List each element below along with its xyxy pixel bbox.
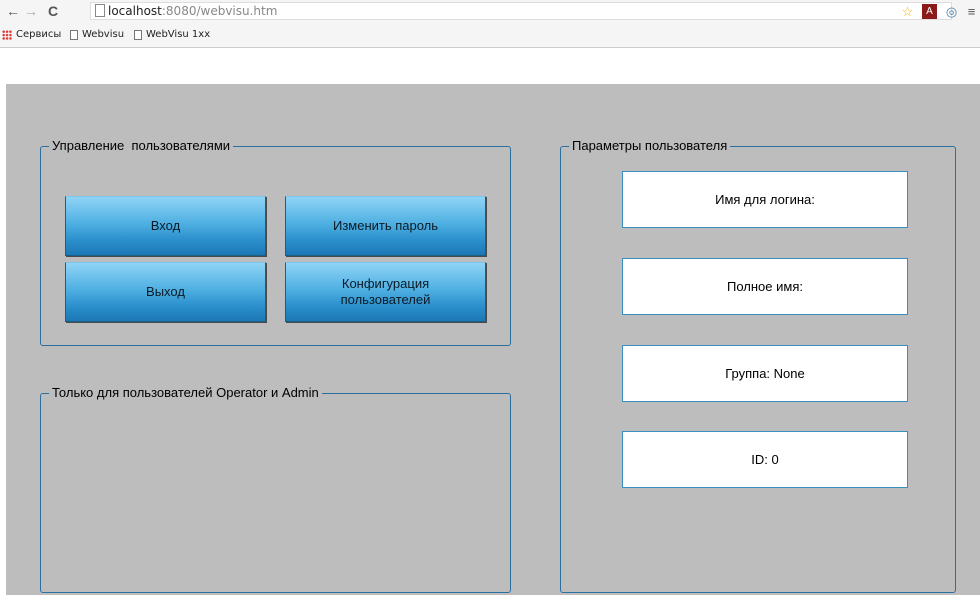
bookmark-label: Webvisu	[82, 29, 125, 40]
restricted-title: Только для пользователей Operator и Admi…	[49, 385, 322, 400]
change-password-button[interactable]: Изменить пароль	[285, 196, 486, 256]
user-config-button[interactable]: Конфигурация пользователей	[285, 262, 486, 322]
bookmark-label: Сервисы	[16, 29, 62, 40]
user-config-label-line2: пользователей	[340, 292, 431, 307]
webvisu-canvas: Управление пользователями Вход Изменить …	[6, 84, 980, 595]
restricted-group: Только для пользователей Operator и Admi…	[40, 385, 511, 593]
page-icon	[134, 29, 142, 40]
reload-icon[interactable]: C	[46, 3, 60, 19]
user-management-title: Управление пользователями	[49, 138, 234, 153]
menu-icon[interactable]: ≡	[964, 4, 979, 19]
bookmark-star-icon[interactable]: ☆	[900, 4, 915, 19]
url-path: :8080/webvisu.htm	[161, 4, 278, 18]
bookmarks-bar: Сервисы Webvisu WebVisu 1xx	[0, 22, 980, 48]
user-config-label-line1: Конфигурация	[341, 276, 430, 291]
page-icon	[95, 4, 105, 17]
browser-toolbar: ← → C localhost:8080/webvisu.htm ☆ A ◎ ≡	[0, 0, 980, 22]
bookmark-label: WebVisu 1xx	[146, 29, 211, 40]
user-params-title: Параметры пользователя	[569, 138, 731, 153]
pdf-extension-icon[interactable]: A	[922, 4, 937, 19]
extension-icon[interactable]: ◎	[944, 4, 959, 19]
bookmark-apps[interactable]: Сервисы	[2, 29, 61, 40]
login-name-text: Имя для логина:	[715, 192, 815, 207]
apps-icon	[2, 29, 12, 40]
bookmark-webvisu-1xx[interactable]: WebVisu 1xx	[134, 29, 210, 40]
user-management-group: Управление пользователями Вход Изменить …	[40, 138, 511, 346]
url-host: localhost	[108, 4, 162, 18]
change-password-label: Изменить пароль	[332, 218, 439, 233]
logout-button[interactable]: Выход	[65, 262, 266, 322]
back-icon[interactable]: ←	[6, 3, 20, 19]
full-name-field: Полное имя:	[622, 258, 908, 315]
page-icon	[70, 29, 78, 40]
logout-button-label: Выход	[146, 284, 185, 299]
full-name-text: Полное имя:	[727, 279, 803, 294]
bookmark-webvisu[interactable]: Webvisu	[70, 29, 124, 40]
url-text[interactable]: localhost:8080/webvisu.htm	[108, 4, 277, 18]
forward-icon[interactable]: →	[24, 3, 38, 19]
login-button[interactable]: Вход	[65, 196, 266, 256]
group-text: Группа: None	[725, 366, 805, 381]
user-params-group: Параметры пользователя Имя для логина: П…	[560, 138, 956, 593]
login-button-label: Вход	[150, 218, 181, 233]
id-text: ID: 0	[751, 452, 779, 467]
group-field: Группа: None	[622, 345, 908, 402]
login-name-field: Имя для логина:	[622, 171, 908, 228]
id-field: ID: 0	[622, 431, 908, 488]
